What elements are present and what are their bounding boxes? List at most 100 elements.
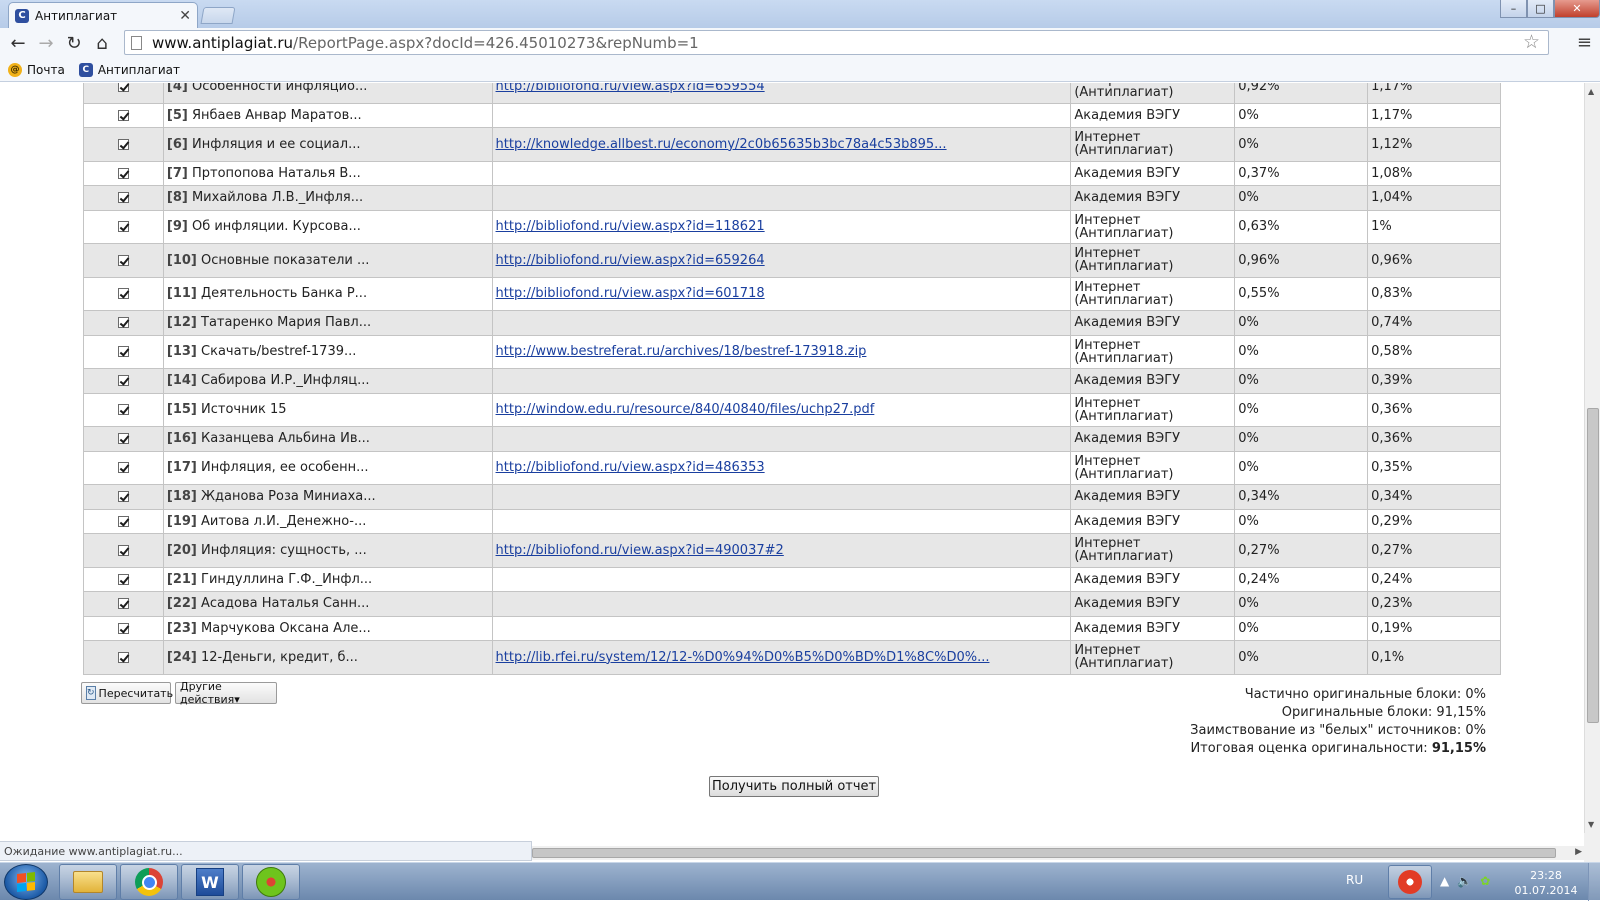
source-checkbox[interactable]	[117, 221, 129, 233]
source-link[interactable]: http://bibliofond.ru/view.aspx?id=486353	[496, 460, 765, 475]
icq-tray-icon[interactable]: ✿	[1480, 874, 1490, 888]
source-checkbox[interactable]	[117, 573, 129, 585]
source-link[interactable]: http://lib.rfei.ru/system/12/12-%D0%94%D…	[496, 650, 990, 665]
source-checkbox[interactable]	[117, 515, 129, 527]
source-index: [21]	[166, 571, 197, 587]
source-name-cell: [16] Казанцева Альбина Ив...	[162, 426, 493, 452]
source-checkbox[interactable]	[117, 544, 129, 556]
source-checkbox[interactable]	[117, 622, 129, 634]
source-checkbox[interactable]	[117, 254, 129, 266]
recalculate-button[interactable]: ↻ Пересчитать	[81, 682, 173, 704]
scroll-right-icon[interactable]: ▶	[1575, 847, 1582, 857]
tab-close-icon[interactable]: ✕	[179, 8, 191, 24]
vertical-scrollbar[interactable]: ▲ ▼	[1584, 83, 1600, 833]
clock-time: 23:28	[1530, 869, 1562, 882]
source-link[interactable]: http://bibliofond.ru/view.aspx?id=601718	[496, 286, 765, 301]
tab-antiplagiat[interactable]: С Антиплагиат ✕	[8, 2, 198, 28]
table-row: [19] Аитова л.И._Денежно-... Академия ВЭГ…	[83, 508, 1501, 534]
table-row: [24] 12-Деньги, кредит, б... http://lib.r…	[83, 640, 1501, 675]
source-name: Инфляция и ее социал...	[191, 136, 361, 152]
taskbar-word[interactable]: W	[181, 864, 239, 900]
share-in-text-cell: 0,23%	[1367, 591, 1501, 617]
source-link[interactable]: http://bibliofond.ru/view.aspx?id=659554	[496, 83, 765, 94]
bookmark-star-icon[interactable]: ☆	[1523, 31, 1540, 53]
source-link[interactable]: http://knowledge.allbest.ru/economy/2c0b…	[496, 137, 947, 152]
scroll-down-icon[interactable]: ▼	[1588, 820, 1594, 829]
close-window-button[interactable]: ✕	[1554, 0, 1600, 18]
share-in-report-cell: 0,96%	[1234, 243, 1369, 278]
source-link[interactable]: http://bibliofond.ru/view.aspx?id=490037…	[496, 543, 784, 558]
address-bar[interactable]: www.antiplagiat.ru /ReportPage.aspx?docI…	[124, 30, 1549, 55]
back-button[interactable]: ←	[4, 30, 32, 56]
summary-white: Заимствование из "белых" источников: 0%	[1190, 723, 1486, 738]
scroll-up-icon[interactable]: ▲	[1588, 87, 1594, 96]
icq-icon	[256, 867, 286, 897]
horizontal-scrollbar[interactable]: ▶	[532, 846, 1584, 860]
source-type: Академия ВЭГУ	[1074, 620, 1181, 636]
horizontal-scroll-thumb[interactable]	[532, 848, 1556, 858]
show-hidden-icons-icon[interactable]: ▲	[1440, 874, 1449, 888]
chrome-menu-icon[interactable]: ≡	[1577, 32, 1592, 53]
row-checkbox-cell	[83, 127, 164, 162]
table-row: [23] Марчукова Оксана Але... Академия ВЭГ…	[83, 615, 1501, 641]
source-type-detail: (Антиплагиат)	[1074, 549, 1174, 565]
language-indicator[interactable]: RU	[1346, 873, 1363, 887]
other-actions-button[interactable]: Другие действия▾	[175, 680, 277, 706]
bookmark-mail[interactable]: @ Почта	[8, 62, 65, 77]
source-checkbox[interactable]	[117, 651, 129, 663]
source-name-cell: [22] Асадова Наталья Санн...	[162, 591, 493, 617]
source-checkbox[interactable]	[117, 433, 129, 445]
source-index: [24]	[166, 649, 197, 665]
source-checkbox[interactable]	[117, 288, 129, 300]
source-link[interactable]: http://bibliofond.ru/view.aspx?id=659264	[496, 253, 765, 268]
system-tray: ▲ 🔈 ✿	[1440, 874, 1490, 888]
source-link[interactable]: http://bibliofond.ru/view.aspx?id=118621	[496, 219, 765, 234]
new-tab-button[interactable]	[200, 7, 236, 24]
share-in-report-cell: 0,63%	[1234, 209, 1369, 244]
source-checkbox[interactable]	[117, 346, 129, 358]
source-checkbox[interactable]	[117, 462, 129, 474]
originality-summary: Частично оригинальные блоки: 0% Оригинал…	[1190, 686, 1486, 758]
forward-button[interactable]: →	[32, 30, 60, 56]
table-row: [16] Казанцева Альбина Ив... Академия ВЭГ…	[83, 426, 1501, 452]
source-type-cell: Академия ВЭГУ	[1070, 102, 1236, 128]
maximize-button[interactable]: □	[1527, 0, 1554, 18]
source-index: [6]	[166, 136, 188, 152]
row-checkbox-cell	[83, 368, 164, 394]
source-checkbox[interactable]	[117, 375, 129, 387]
taskbar-tray-app[interactable]	[1388, 865, 1432, 899]
source-type-cell: Академия ВЭГУ	[1070, 310, 1236, 336]
row-checkbox-cell	[83, 334, 164, 369]
source-checkbox[interactable]	[117, 598, 129, 610]
source-checkbox[interactable]	[117, 167, 129, 179]
taskbar-chrome[interactable]	[120, 864, 178, 900]
vertical-scroll-thumb[interactable]	[1587, 408, 1599, 723]
reload-button[interactable]: ↻	[60, 30, 88, 56]
source-type: Интернет	[1074, 279, 1141, 295]
source-url-cell: http://bibliofond.ru/view.aspx?id=659264	[491, 243, 1072, 278]
start-button[interactable]	[4, 864, 48, 900]
volume-icon[interactable]: 🔈	[1457, 874, 1472, 888]
source-name: Инфляция, ее особенн...	[201, 460, 369, 476]
source-type-detail: (Антиплагиат)	[1074, 292, 1174, 308]
source-checkbox[interactable]	[117, 192, 129, 204]
source-checkbox[interactable]	[117, 404, 129, 416]
get-full-report-button[interactable]: Получить полный отчет	[709, 776, 880, 797]
source-checkbox[interactable]	[117, 109, 129, 121]
system-clock[interactable]: 23:28 01.07.2014	[1510, 868, 1582, 898]
home-button[interactable]: ⌂	[88, 30, 116, 56]
share-in-text-cell: 1,04%	[1367, 185, 1501, 211]
source-checkbox[interactable]	[117, 317, 129, 329]
taskbar-explorer[interactable]	[59, 864, 117, 900]
source-checkbox[interactable]	[117, 83, 129, 92]
source-checkbox[interactable]	[117, 491, 129, 503]
table-row: [8] Михайлова Л.В._Инфля... Академия ВЭГУ…	[83, 185, 1501, 211]
minimize-button[interactable]: –	[1500, 0, 1527, 18]
source-link[interactable]: http://window.edu.ru/resource/840/40840/…	[496, 402, 875, 417]
source-checkbox[interactable]	[117, 138, 129, 150]
show-desktop-button[interactable]	[1588, 863, 1600, 901]
taskbar-icq[interactable]	[242, 864, 300, 900]
source-link[interactable]: http://www.bestreferat.ru/archives/18/be…	[496, 344, 867, 359]
bookmark-antiplagiat[interactable]: С Антиплагиат	[78, 62, 180, 77]
share-in-text-cell: 0,29%	[1367, 508, 1501, 534]
